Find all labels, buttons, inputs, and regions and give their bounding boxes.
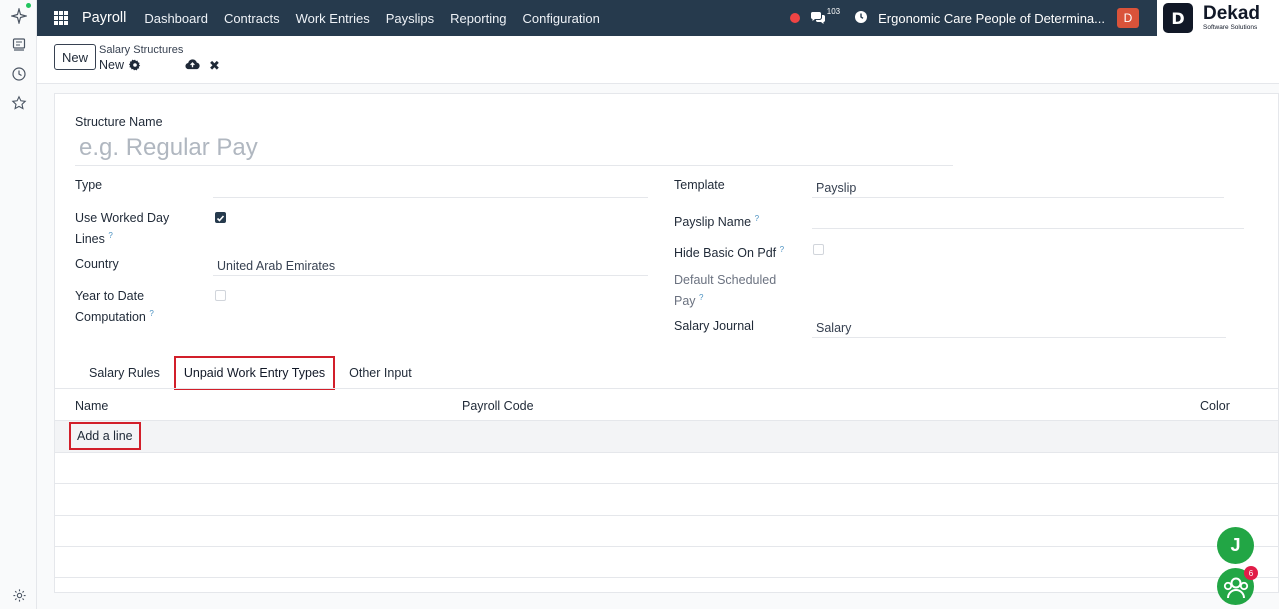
company-switcher[interactable]: Ergonomic Care People of Determina... <box>878 11 1105 26</box>
use-worked-day-label: Use Worked Day Lines ? <box>75 211 170 247</box>
ytd-computation-checkbox[interactable] <box>215 290 226 301</box>
dekad-logo: D Dekad Software Solutions <box>1157 0 1279 36</box>
logo-name: Dekad <box>1203 3 1261 25</box>
inbox-icon[interactable] <box>10 36 28 54</box>
type-underline <box>213 197 648 198</box>
structure-name-underline <box>75 165 953 166</box>
discard-close-icon[interactable]: ✖ <box>209 58 220 74</box>
online-dot <box>26 3 31 8</box>
header-divider <box>55 420 1278 421</box>
structure-name-label: Structure Name <box>75 115 163 129</box>
sparkle-icon[interactable] <box>10 7 28 25</box>
form-sheet: Structure Name e.g. Regular Pay Type Use… <box>54 93 1279 593</box>
table-row <box>55 546 1278 578</box>
tab-other-input[interactable]: Other Input <box>335 356 426 390</box>
template-field[interactable]: Payslip <box>816 181 856 195</box>
payslip-name-underline <box>812 228 1244 229</box>
template-label: Template <box>674 178 725 192</box>
add-a-line-button[interactable]: Add a line <box>69 422 141 450</box>
table-row <box>55 452 1278 484</box>
tab-unpaid-work-entry-types[interactable]: Unpaid Work Entry Types <box>173 356 336 390</box>
payslip-name-label: Payslip Name ? <box>674 214 760 230</box>
country-underline <box>213 275 648 276</box>
type-label: Type <box>75 178 103 192</box>
control-panel: New Salary Structures New ✖ <box>37 36 1279 84</box>
chat-count: 103 <box>826 7 841 16</box>
messages-button[interactable]: 103 <box>810 7 840 25</box>
tab-salary-rules[interactable]: Salary Rules <box>75 356 174 390</box>
user-avatar[interactable]: D <box>1117 8 1139 28</box>
menu-work-entries[interactable]: Work Entries <box>296 11 370 26</box>
chat-bubbles-icon <box>810 12 825 24</box>
template-underline <box>812 197 1224 198</box>
recording-indicator[interactable] <box>789 13 800 23</box>
main-menu: Dashboard Contracts Work Entries Payslip… <box>144 11 616 26</box>
clock-icon[interactable] <box>10 65 28 83</box>
table-row <box>55 515 1278 547</box>
user-j-avatar[interactable]: J <box>1217 527 1254 564</box>
hide-basic-checkbox[interactable] <box>813 244 824 255</box>
structure-name-input[interactable]: e.g. Regular Pay <box>79 134 258 162</box>
menu-configuration[interactable]: Configuration <box>523 11 600 26</box>
menu-payslips[interactable]: Payslips <box>386 11 434 26</box>
salary-journal-field[interactable]: Salary <box>816 321 851 335</box>
top-navbar: Payroll Dashboard Contracts Work Entries… <box>37 0 1157 36</box>
menu-reporting[interactable]: Reporting <box>450 11 506 26</box>
logo-mark: D <box>1163 3 1193 33</box>
breadcrumb-parent[interactable]: Salary Structures <box>99 44 183 56</box>
app-grid-icon[interactable] <box>54 11 68 25</box>
table-row <box>55 421 1278 453</box>
use-worked-day-checkbox[interactable] <box>215 212 226 223</box>
star-icon[interactable] <box>10 94 28 112</box>
logo-tagline: Software Solutions <box>1203 24 1258 32</box>
activity-clock-icon[interactable] <box>854 10 868 27</box>
default-scheduled-pay-label: Default Scheduled Pay ? <box>674 273 777 309</box>
table-row <box>55 484 1278 516</box>
left-rail <box>0 0 37 609</box>
notebook-tabs: Salary Rules Unpaid Work Entry Types Oth… <box>75 356 426 390</box>
salary-journal-label: Salary Journal <box>674 319 754 333</box>
menu-contracts[interactable]: Contracts <box>224 11 280 26</box>
menu-dashboard[interactable]: Dashboard <box>144 11 208 26</box>
settings-gear-icon[interactable] <box>10 586 28 604</box>
salary-journal-underline <box>812 337 1226 338</box>
record-gear-icon[interactable] <box>129 59 141 71</box>
column-name[interactable]: Name <box>75 399 108 413</box>
hide-basic-label: Hide Basic On Pdf ? <box>674 245 785 261</box>
app-name[interactable]: Payroll <box>82 10 126 26</box>
country-field[interactable]: United Arab Emirates <box>217 259 335 273</box>
breadcrumb-current: New <box>99 58 141 72</box>
chat-badge: 6 <box>1244 566 1258 580</box>
new-button[interactable]: New <box>54 44 96 70</box>
column-color[interactable]: Color <box>1200 399 1230 413</box>
column-payroll-code[interactable]: Payroll Code <box>462 399 534 413</box>
cloud-upload-icon[interactable] <box>185 58 200 73</box>
tabs-border <box>55 388 1278 389</box>
ytd-computation-label: Year to Date Computation ? <box>75 289 154 325</box>
navbar-systray: 103 Ergonomic Care People of Determina..… <box>789 0 1157 36</box>
country-label: Country <box>75 257 119 271</box>
